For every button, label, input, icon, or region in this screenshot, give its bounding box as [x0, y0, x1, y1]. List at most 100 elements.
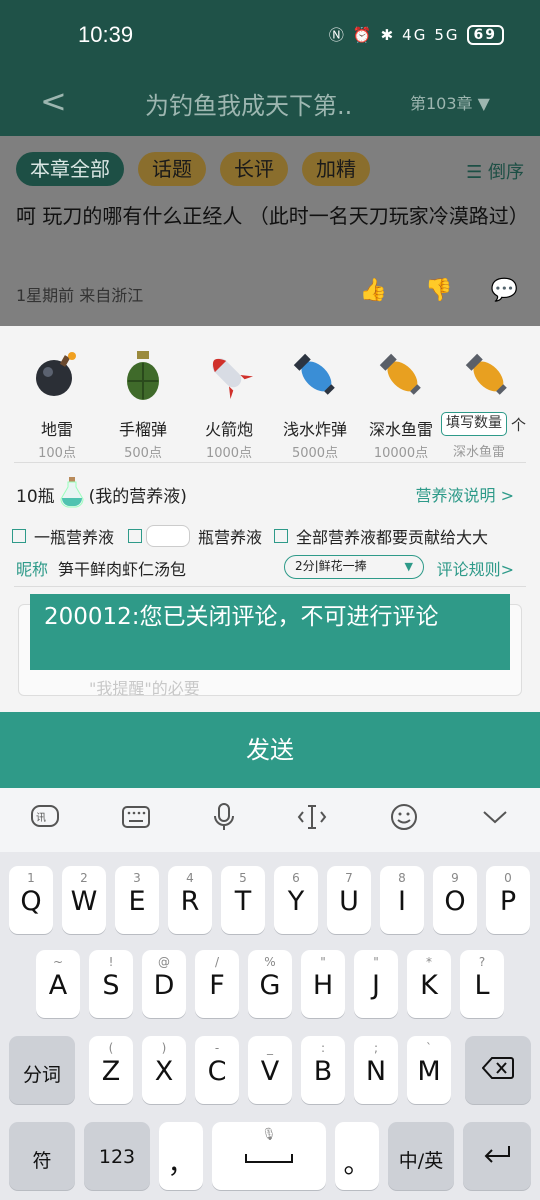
key-letter: A [48, 970, 68, 1001]
comment-rules-link[interactable]: 评论规则> [437, 556, 514, 580]
thumbs-up-icon[interactable]: 👍 [360, 278, 387, 303]
key-letter: B [313, 1056, 333, 1087]
key-w[interactable]: 2W [62, 866, 106, 934]
key-letter: J [372, 970, 380, 1001]
send-button[interactable]: 发送 [0, 712, 540, 788]
key-v[interactable]: _ V [248, 1036, 292, 1104]
checkbox-one-bottle[interactable] [12, 529, 26, 543]
key-hint: 2 [80, 871, 88, 885]
quantity-unit: 个 [511, 416, 527, 434]
gift-item-grenade[interactable]: 手榴弹 500点 [100, 344, 186, 461]
key-letter: V [260, 1056, 280, 1087]
key-hint: _ [267, 1041, 273, 1055]
key-letter: P [499, 886, 517, 917]
reply-icon[interactable]: 💬 [491, 278, 518, 303]
key-hint: % [264, 955, 276, 969]
gift-name: 地雷 [40, 420, 73, 439]
tab-featured[interactable]: 加精 [302, 152, 370, 186]
chapter-selector[interactable]: 第103章 ▼ [410, 90, 490, 114]
key-hint: * [426, 955, 432, 969]
key-l[interactable]: ? L [460, 950, 504, 1018]
back-icon[interactable]: < [40, 82, 67, 120]
chevron-down-icon[interactable] [481, 807, 509, 833]
emoji-icon[interactable] [390, 803, 418, 837]
key-c[interactable]: -C [195, 1036, 239, 1104]
key-enter[interactable] [463, 1122, 531, 1190]
key-p[interactable]: 0P [486, 866, 530, 934]
nutrient-info-link[interactable]: 营养液说明 > [416, 482, 515, 506]
ai-input-icon[interactable]: 讯 [31, 805, 60, 835]
key-letter: F [209, 970, 225, 1001]
key-hint: 1 [27, 871, 35, 885]
microphone-icon[interactable] [213, 803, 235, 837]
key-z[interactable]: (Z [89, 1036, 133, 1104]
key-y[interactable]: 6Y [274, 866, 318, 934]
checkbox-all-bottles[interactable] [274, 529, 289, 543]
key-u[interactable]: 7U [327, 866, 371, 934]
key-backspace[interactable] [465, 1036, 531, 1104]
key-k[interactable]: * K [407, 950, 451, 1018]
key-m[interactable]: ` M [407, 1036, 451, 1104]
key-t[interactable]: 5T [221, 866, 265, 934]
checkbox-custom-bottles[interactable] [128, 529, 143, 543]
key-h[interactable]: " H [301, 950, 345, 1018]
key-d[interactable]: @ D [142, 950, 186, 1018]
key-r[interactable]: 4R [168, 866, 212, 934]
nutrient-row: 10瓶 (我的营养液) [16, 476, 187, 513]
gift-item-landmine[interactable]: 地雷 100点 [14, 344, 100, 461]
key-hint: 4 [186, 871, 194, 885]
key-letter: L [474, 970, 490, 1001]
nickname-label: 昵称 [16, 560, 49, 579]
key-e[interactable]: 3E [115, 866, 159, 934]
key-hint: 7 [345, 871, 353, 885]
cursor-icon[interactable] [297, 804, 327, 836]
key-x[interactable]: ) X [142, 1036, 186, 1104]
network-4g: 4G [402, 25, 428, 44]
key-f[interactable]: / F [195, 950, 239, 1018]
key-b[interactable]: :B [301, 1036, 345, 1104]
quantity-input[interactable]: 填写数量 [441, 412, 507, 436]
divider [14, 462, 526, 463]
gift-points: 5000点 [291, 446, 339, 461]
keyboard-icon[interactable] [121, 805, 150, 835]
key-letter: I [398, 886, 406, 917]
key-n[interactable]: ; N [354, 1036, 398, 1104]
gift-item-torpedo[interactable]: 深水鱼雷 10000点 [358, 344, 444, 461]
svg-text:讯: 讯 [36, 812, 46, 824]
key-period[interactable]: 。 [335, 1122, 379, 1190]
key-j[interactable]: " J [354, 950, 398, 1018]
key-g[interactable]: % G [248, 950, 292, 1018]
score-select[interactable]: 2分|鲜花一捧 ▼ [284, 555, 424, 579]
key-a[interactable]: ~ A [36, 950, 80, 1018]
gift-item-rocket[interactable]: 火箭炮 1000点 [186, 344, 272, 461]
key-hint: ? [478, 955, 486, 969]
key-space[interactable]: 🎙 [212, 1122, 326, 1190]
tab-all[interactable]: 本章全部 [16, 152, 124, 186]
key-o[interactable]: 9O [433, 866, 477, 934]
key-letter: E [128, 886, 146, 917]
gift-item-shallow-bomb[interactable]: 浅水炸弹 5000点 [272, 344, 358, 461]
shallow-bomb-icon [272, 344, 358, 406]
bottle-count-input[interactable] [146, 525, 191, 547]
key-q[interactable]: 1Q [9, 866, 53, 934]
gift-name: 深水鱼雷 [368, 420, 433, 439]
key-numbers[interactable]: 123 [84, 1122, 150, 1190]
gift-name: 手榴弹 [118, 420, 167, 439]
key-language-switch[interactable]: 中/英 [388, 1122, 454, 1190]
key-comma[interactable]: ， [159, 1122, 203, 1190]
key-symbols[interactable]: 符 [9, 1122, 75, 1190]
tab-long-review[interactable]: 长评 [220, 152, 288, 186]
key-word-segment[interactable]: 分词 [9, 1036, 75, 1104]
nutrient-mine-label: (我的营养液) [88, 487, 187, 507]
gift-points: 1000点 [205, 446, 253, 461]
key-s[interactable]: ! S [89, 950, 133, 1018]
key-letter: Q [20, 886, 42, 917]
thumbs-down-icon[interactable]: 👎 [425, 278, 452, 303]
key-letter: O [444, 886, 466, 917]
sort-order-button[interactable]: ☰ 倒序 [466, 158, 524, 184]
key-hint: / [214, 955, 220, 969]
tab-topic[interactable]: 话题 [138, 152, 206, 186]
key-i[interactable]: 8I [380, 866, 424, 934]
nfc-icon: Ⓝ [328, 26, 346, 44]
nickname-value[interactable]: 笋干鲜肉虾仁汤包 [58, 556, 186, 580]
